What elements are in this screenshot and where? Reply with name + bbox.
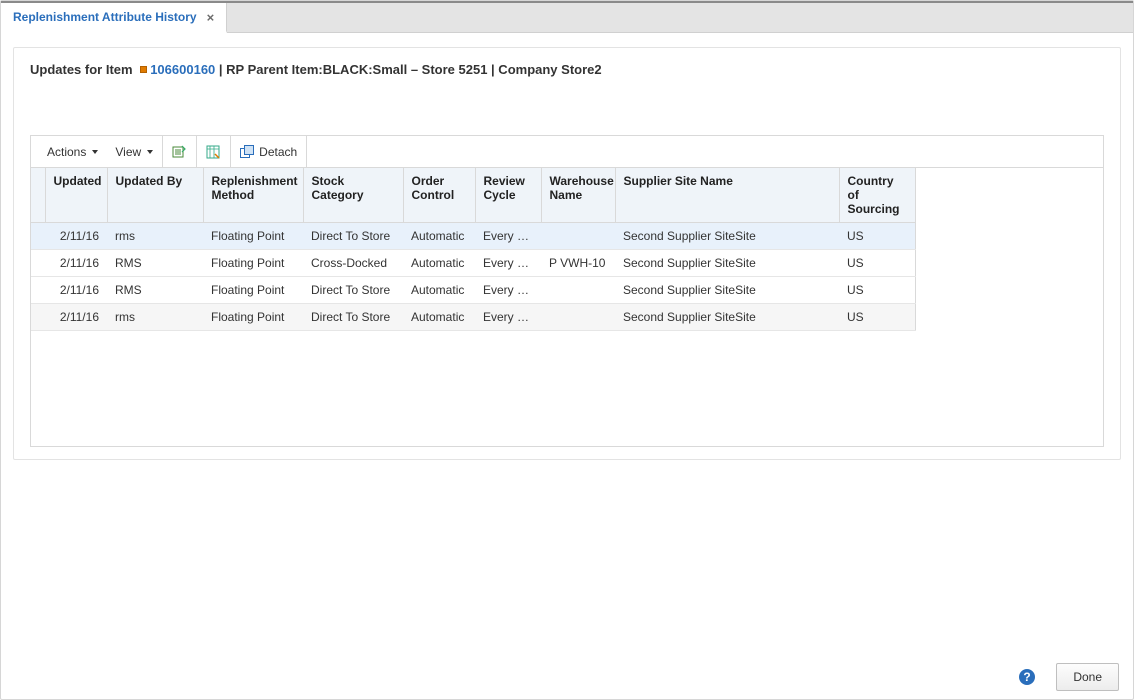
col-supplier-site-name[interactable]: Supplier Site Name <box>615 168 839 223</box>
export-icon <box>171 144 187 160</box>
table-toolbar: Actions View <box>31 136 1103 168</box>
cell: Automatic <box>403 304 475 331</box>
toolbar-divider <box>306 136 307 167</box>
app-window: Replenishment Attribute History × Update… <box>0 0 1134 700</box>
cell: Second Supplier SiteSite <box>615 250 839 277</box>
cell: 2/11/16 <box>45 304 107 331</box>
table-panel: Actions View <box>30 135 1104 447</box>
cell: RMS <box>107 250 203 277</box>
item-number: 106600160 <box>150 62 215 77</box>
table-header-row: Updated Updated By Replenishment Method … <box>31 168 915 223</box>
title-suffix: | RP Parent Item:BLACK:Small – Store 525… <box>219 62 602 77</box>
title-prefix: Updates for Item <box>30 62 133 77</box>
table-row[interactable]: 2/11/16rmsFloating PointDirect To StoreA… <box>31 304 915 331</box>
table-row[interactable]: 2/11/16RMSFloating PointCross-DockedAuto… <box>31 250 915 277</box>
cell: Floating Point <box>203 304 303 331</box>
query-by-example-button[interactable] <box>197 136 230 167</box>
col-order-control[interactable]: Order Control <box>403 168 475 223</box>
item-status-icon <box>140 66 147 73</box>
cell: Cross-Docked <box>303 250 403 277</box>
cell: US <box>839 277 915 304</box>
row-handle[interactable] <box>31 223 45 250</box>
cell: Second Supplier SiteSite <box>615 304 839 331</box>
chevron-down-icon <box>147 150 153 154</box>
export-button[interactable] <box>163 136 196 167</box>
cell: US <box>839 223 915 250</box>
cell: Every Day <box>475 304 541 331</box>
svg-text:?: ? <box>1024 670 1031 684</box>
cell <box>541 304 615 331</box>
cell: 2/11/16 <box>45 223 107 250</box>
cell <box>541 277 615 304</box>
tab-replenishment-history[interactable]: Replenishment Attribute History × <box>1 3 227 33</box>
detach-icon <box>239 144 255 160</box>
cell: Second Supplier SiteSite <box>615 223 839 250</box>
footer-bar: ? Done <box>1 663 1133 691</box>
actions-menu[interactable]: Actions <box>39 136 107 167</box>
detach-button[interactable]: Detach <box>231 136 306 167</box>
cell: Direct To Store <box>303 277 403 304</box>
table-row[interactable]: 2/11/16RMSFloating PointDirect To StoreA… <box>31 277 915 304</box>
view-label: View <box>115 145 141 159</box>
cell: Second Supplier SiteSite <box>615 277 839 304</box>
row-handle[interactable] <box>31 250 45 277</box>
cell: Every Day <box>475 250 541 277</box>
cell: Floating Point <box>203 277 303 304</box>
col-country-of-sourcing[interactable]: Country of Sourcing <box>839 168 915 223</box>
col-updated-by[interactable]: Updated By <box>107 168 203 223</box>
page-title: Updates for Item 106600160 | RP Parent I… <box>30 62 1104 77</box>
view-menu[interactable]: View <box>107 136 162 167</box>
cell: Automatic <box>403 250 475 277</box>
col-stock-category[interactable]: Stock Category <box>303 168 403 223</box>
close-icon[interactable]: × <box>207 11 215 24</box>
row-handle[interactable] <box>31 304 45 331</box>
row-handle[interactable] <box>31 277 45 304</box>
cell: Every Day <box>475 223 541 250</box>
col-warehouse-name[interactable]: Warehouse Name <box>541 168 615 223</box>
table-row[interactable]: 2/11/16rmsFloating PointDirect To StoreA… <box>31 223 915 250</box>
tab-strip: Replenishment Attribute History × <box>1 3 1133 33</box>
cell: US <box>839 250 915 277</box>
cell: Automatic <box>403 223 475 250</box>
table-body: 2/11/16rmsFloating PointDirect To StoreA… <box>31 223 915 331</box>
cell: 2/11/16 <box>45 277 107 304</box>
cell: 2/11/16 <box>45 250 107 277</box>
cell: rms <box>107 223 203 250</box>
content-panel: Updates for Item 106600160 | RP Parent I… <box>13 47 1121 460</box>
cell <box>541 223 615 250</box>
done-button[interactable]: Done <box>1056 663 1119 691</box>
cell: Automatic <box>403 277 475 304</box>
cell: US <box>839 304 915 331</box>
history-table: Updated Updated By Replenishment Method … <box>31 168 916 331</box>
chevron-down-icon <box>92 150 98 154</box>
detach-label: Detach <box>259 145 297 159</box>
table-scroller[interactable]: Updated Updated By Replenishment Method … <box>31 168 1103 446</box>
cell: RMS <box>107 277 203 304</box>
actions-label: Actions <box>47 145 86 159</box>
filter-table-icon <box>205 144 221 160</box>
cell: Floating Point <box>203 250 303 277</box>
cell: Every Day <box>475 277 541 304</box>
col-review-cycle[interactable]: Review Cycle <box>475 168 541 223</box>
tab-title: Replenishment Attribute History <box>13 10 197 24</box>
help-icon[interactable]: ? <box>1018 668 1036 686</box>
cell: Direct To Store <box>303 304 403 331</box>
col-method[interactable]: Replenishment Method <box>203 168 303 223</box>
col-updated[interactable]: Updated <box>45 168 107 223</box>
cell: P VWH-10 <box>541 250 615 277</box>
row-handle-header <box>31 168 45 223</box>
cell: Direct To Store <box>303 223 403 250</box>
cell: rms <box>107 304 203 331</box>
cell: Floating Point <box>203 223 303 250</box>
